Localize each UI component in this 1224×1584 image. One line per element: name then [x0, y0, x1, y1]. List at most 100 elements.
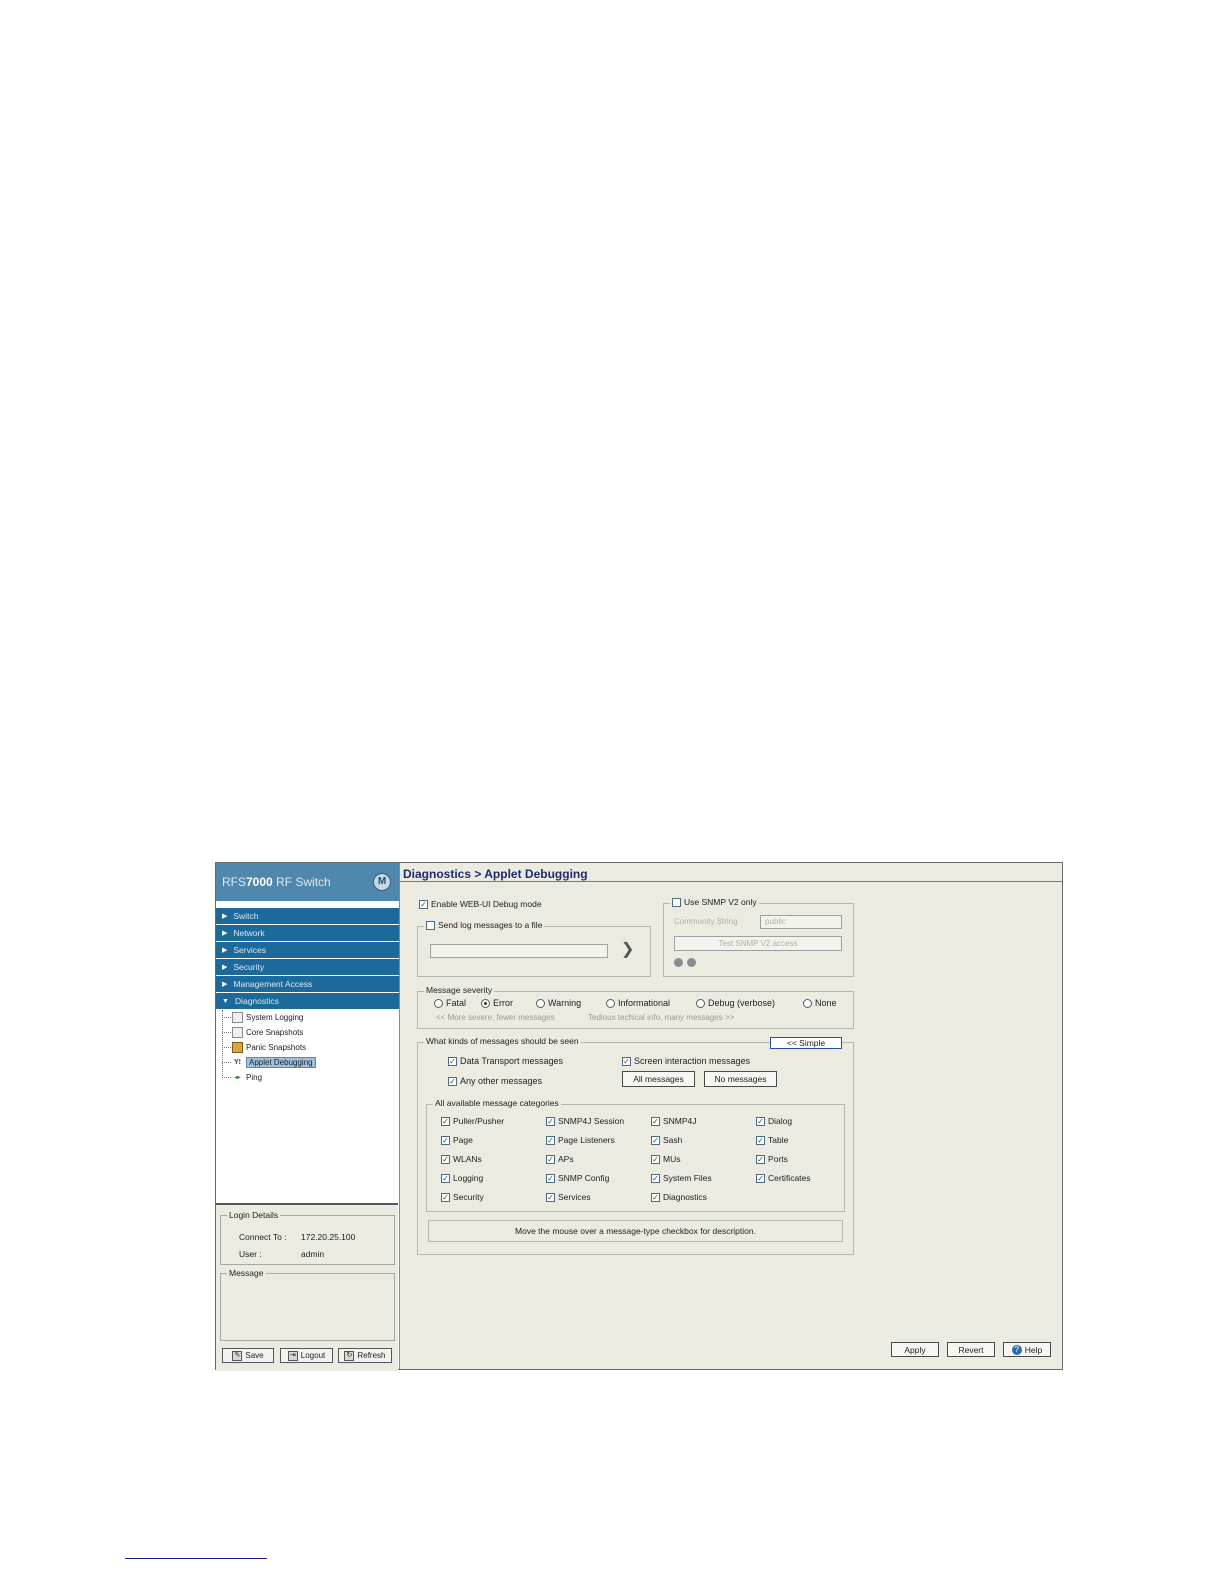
message-kinds-group: What kinds of messages should be seen <<… [417, 1036, 854, 1255]
nav-item-management-access[interactable]: ▶ Management Access [216, 976, 399, 993]
browse-file-icon[interactable]: ❯ [621, 939, 641, 959]
nav-item-label: Management Access [233, 979, 313, 989]
revert-button[interactable]: Revert [947, 1342, 995, 1357]
log-file-input[interactable] [430, 944, 608, 958]
enable-debug-checkbox[interactable]: ✓ Enable WEB-UI Debug mode [419, 899, 542, 909]
arrow-right-icon: ▶ [222, 913, 228, 920]
logout-icon: ⇥ [287, 1350, 298, 1361]
category-page-listeners[interactable]: ✓ Page Listeners [546, 1135, 615, 1145]
checkbox-checked-icon: ✓ [651, 1173, 660, 1183]
category-diagnostics[interactable]: ✓ Diagnostics [651, 1192, 707, 1202]
category-snmp-config[interactable]: ✓ SNMP Config [546, 1173, 609, 1183]
severity-option-fatal[interactable]: Fatal [434, 998, 466, 1008]
checkbox-checked-icon: ✓ [546, 1135, 555, 1145]
category-wlans[interactable]: ✓ WLANs [441, 1154, 482, 1164]
arrow-right-icon: ▶ [222, 947, 228, 954]
screen-interaction-label: Screen interaction messages [634, 1056, 751, 1066]
nav-item-label: Network [233, 928, 265, 938]
community-string-input[interactable]: public [760, 915, 842, 929]
save-icon: ✎ [232, 1350, 243, 1361]
tree-item-ping[interactable]: ◂▸ Ping [222, 1070, 399, 1085]
radio-icon [696, 998, 705, 1008]
checkbox-checked-icon: ✓ [546, 1154, 555, 1164]
nav-item-label: Security [233, 962, 265, 972]
radio-icon [803, 998, 812, 1008]
category-logging[interactable]: ✓ Logging [441, 1173, 483, 1183]
checkbox-checked-icon: ✓ [441, 1116, 450, 1126]
test-snmp-button[interactable]: Test SNMP V2 access [674, 936, 842, 951]
category-ports[interactable]: ✓ Ports [756, 1154, 788, 1164]
message-legend: Message [227, 1268, 266, 1278]
tree-item-applet-debugging[interactable]: Y! Applet Debugging [222, 1055, 399, 1070]
category-label: Page [453, 1135, 473, 1145]
severity-option-warning[interactable]: Warning [536, 998, 581, 1008]
checkbox-checked-icon: ✓ [651, 1135, 660, 1145]
category-puller-pusher[interactable]: ✓ Puller/Pusher [441, 1116, 504, 1126]
brand-header: RFS 7000 RF Switch M [216, 863, 399, 902]
category-services[interactable]: ✓ Services [546, 1192, 591, 1202]
nav-item-switch[interactable]: ▶ Switch [216, 908, 399, 925]
category-label: Ports [768, 1154, 788, 1164]
help-button[interactable]: ? Help [1003, 1342, 1051, 1357]
tree-item-label: Applet Debugging [246, 1057, 316, 1068]
checkbox-checked-icon: ✓ [756, 1154, 765, 1164]
category-snmp4j[interactable]: ✓ SNMP4J [651, 1116, 697, 1126]
category-security[interactable]: ✓ Security [441, 1192, 484, 1202]
category-page[interactable]: ✓ Page [441, 1135, 473, 1145]
categories-legend: All available message categories [433, 1098, 561, 1108]
refresh-button[interactable]: ↻ Refresh [338, 1348, 392, 1363]
simple-button[interactable]: << Simple [770, 1037, 842, 1049]
nav-item-network[interactable]: ▶ Network [216, 925, 399, 942]
logout-button-label: Logout [300, 1351, 326, 1360]
category-mus[interactable]: ✓ MUs [651, 1154, 680, 1164]
snapshot-icon [232, 1042, 243, 1053]
category-sash[interactable]: ✓ Sash [651, 1135, 682, 1145]
category-label: Dialog [768, 1116, 793, 1126]
severity-option-informational[interactable]: Informational [606, 998, 670, 1008]
tree-item-label: System Logging [246, 1013, 304, 1022]
category-label: Sash [663, 1135, 683, 1145]
screen-interaction-checkbox[interactable]: ✓ Screen interaction messages [622, 1056, 750, 1066]
arrow-right-icon: ▶ [222, 964, 228, 971]
category-aps[interactable]: ✓ APs [546, 1154, 574, 1164]
nav-item-services[interactable]: ▶ Services [216, 942, 399, 959]
tree-item-system-logging[interactable]: System Logging [222, 1010, 399, 1025]
category-snmp4j-session[interactable]: ✓ SNMP4J Session [546, 1116, 624, 1126]
refresh-button-label: Refresh [357, 1351, 386, 1360]
category-table[interactable]: ✓ Table [756, 1135, 788, 1145]
use-snmp-v2-checkbox[interactable]: Use SNMP V2 only [670, 897, 759, 907]
brand-prefix: RFS [222, 875, 246, 889]
checkbox-checked-icon: ✓ [546, 1192, 555, 1202]
checkbox-checked-icon: ✓ [441, 1135, 450, 1145]
severity-option-label: Informational [618, 998, 671, 1008]
no-messages-button[interactable]: No messages [704, 1071, 777, 1087]
category-dialog[interactable]: ✓ Dialog [756, 1116, 792, 1126]
checkbox-checked-icon: ✓ [448, 1076, 457, 1086]
category-label: Services [558, 1192, 591, 1202]
radio-icon [606, 998, 615, 1008]
data-transport-checkbox[interactable]: ✓ Data Transport messages [448, 1056, 563, 1066]
logout-button[interactable]: ⇥ Logout [280, 1348, 333, 1363]
category-label: Puller/Pusher [453, 1116, 505, 1126]
tree-item-core-snapshots[interactable]: Core Snapshots [222, 1025, 399, 1040]
all-messages-button[interactable]: All messages [622, 1071, 695, 1087]
category-certificates[interactable]: ✓ Certificates [756, 1173, 811, 1183]
category-label: SNMP4J Session [558, 1116, 625, 1126]
checkbox-checked-icon: ✓ [546, 1173, 555, 1183]
brand-bold: 7000 [246, 875, 273, 889]
checkbox-checked-icon: ✓ [756, 1116, 765, 1126]
severity-option-none[interactable]: None [803, 998, 837, 1008]
apply-button[interactable]: Apply [891, 1342, 939, 1357]
tree-item-panic-snapshots[interactable]: Panic Snapshots [222, 1040, 399, 1055]
send-log-checkbox[interactable]: Send log messages to a file [424, 920, 545, 930]
nav-item-security[interactable]: ▶ Security [216, 959, 399, 976]
severity-option-error[interactable]: Error [481, 998, 513, 1008]
any-other-checkbox[interactable]: ✓ Any other messages [448, 1076, 542, 1086]
severity-option-debug[interactable]: Debug (verbose) [696, 998, 775, 1008]
use-snmp-v2-label: Use SNMP V2 only [684, 897, 757, 907]
save-button[interactable]: ✎ Save [222, 1348, 274, 1363]
category-system-files[interactable]: ✓ System Files [651, 1173, 712, 1183]
checkbox-checked-icon: ✓ [756, 1135, 765, 1145]
nav-item-diagnostics[interactable]: ▼ Diagnostics [216, 993, 399, 1010]
login-details-group: Login Details Connect To : 172.20.25.100… [220, 1210, 395, 1265]
